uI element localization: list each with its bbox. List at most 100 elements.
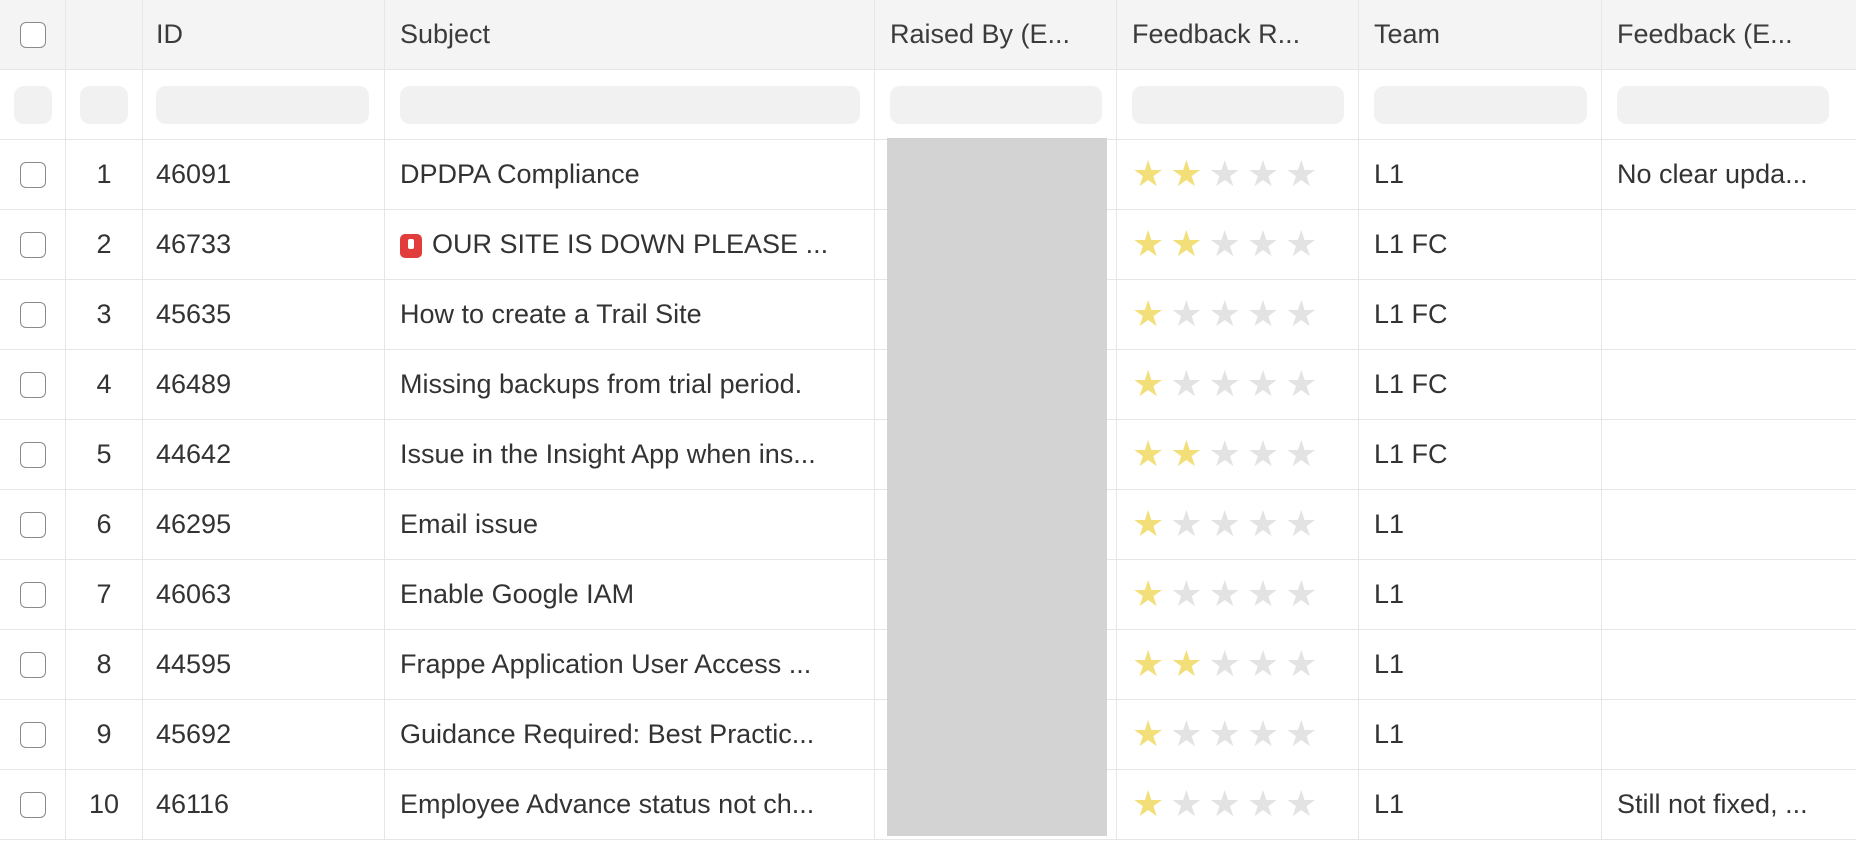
column-header-feedback[interactable]: Feedback (E... (1602, 0, 1856, 69)
team-cell[interactable]: L1 (1359, 490, 1602, 559)
team-cell[interactable]: L1 (1359, 140, 1602, 209)
feedback-rating-cell[interactable]: ★ ★ ★ ★ ★ (1117, 560, 1359, 629)
star-rating: ★ ★ ★ ★ ★ (1132, 226, 1317, 263)
filter-input-id[interactable] (156, 85, 369, 124)
subject-cell[interactable]: Email issue (385, 490, 875, 559)
ticket-id-cell[interactable]: 46091 (143, 140, 385, 209)
star-icon: ★ (1208, 293, 1241, 335)
filter-input-team[interactable] (1374, 85, 1587, 124)
subject-text: Issue in the Insight App when ins... (400, 439, 816, 469)
subject-text: DPDPA Compliance (400, 159, 640, 189)
star-rating: ★ ★ ★ ★ ★ (1132, 713, 1317, 755)
team-cell[interactable]: L1 (1359, 630, 1602, 699)
row-checkbox[interactable] (19, 721, 46, 748)
subject-cell[interactable]: Issue in the Insight App when ins... (385, 420, 875, 489)
column-header-subject[interactable]: Subject (385, 0, 875, 69)
filter-input-feedback[interactable] (1617, 85, 1829, 124)
star-icon: ★ (1208, 153, 1241, 195)
row-checkbox[interactable] (19, 581, 46, 608)
row-checkbox[interactable] (19, 651, 46, 678)
feedback-rating-cell[interactable]: ★ ★ ★ ★ ★ (1117, 700, 1359, 769)
feedback-rating-cell[interactable]: ★ ★ ★ ★ ★ (1117, 140, 1359, 209)
row-checkbox[interactable] (19, 511, 46, 538)
row-checkbox[interactable] (19, 441, 46, 468)
filter-input-raised-by[interactable] (890, 85, 1102, 124)
feedback-rating-cell[interactable]: ★ ★ ★ ★ ★ (1117, 770, 1359, 839)
feedback-cell[interactable] (1602, 210, 1856, 279)
star-icon: ★ (1246, 153, 1280, 195)
star-rating: ★ ★ ★ ★ ★ (1132, 433, 1317, 475)
ticket-id-cell[interactable]: 46733 (143, 210, 385, 279)
row-index-cell: 1 (66, 140, 143, 209)
row-select-cell (0, 210, 66, 279)
row-checkbox[interactable] (19, 301, 46, 328)
team-cell[interactable]: L1 FC (1359, 350, 1602, 419)
feedback-rating-cell[interactable]: ★ ★ ★ ★ ★ (1117, 280, 1359, 349)
ticket-id-cell[interactable]: 46063 (143, 560, 385, 629)
feedback-cell[interactable] (1602, 490, 1856, 559)
filter-cell-subject (385, 70, 875, 139)
subject-cell[interactable]: OUR SITE IS DOWN PLEASE ... (385, 210, 875, 279)
row-checkbox[interactable] (19, 231, 46, 258)
filter-cell-feedback-rating (1117, 70, 1359, 139)
filter-input-feedback-rating[interactable] (1132, 85, 1344, 124)
subject-cell[interactable]: DPDPA Compliance (385, 140, 875, 209)
feedback-cell[interactable] (1602, 630, 1856, 699)
feedback-cell[interactable] (1602, 280, 1856, 349)
team-cell[interactable]: L1 (1359, 700, 1602, 769)
row-checkbox[interactable] (19, 161, 46, 188)
team-cell[interactable]: L1 (1359, 560, 1602, 629)
star-icon: ★ (1208, 713, 1241, 755)
feedback-rating-cell[interactable]: ★ ★ ★ ★ ★ (1117, 210, 1359, 279)
star-icon: ★ (1132, 293, 1165, 335)
column-header-raised-by[interactable]: Raised By (E... (875, 0, 1117, 69)
ticket-id-cell[interactable]: 44595 (143, 630, 385, 699)
subject-text: Email issue (400, 509, 539, 539)
column-header-id[interactable]: ID (143, 0, 385, 69)
row-select-cell (0, 490, 66, 559)
feedback-rating-cell[interactable]: ★ ★ ★ ★ ★ (1117, 350, 1359, 419)
ticket-id-cell[interactable]: 45635 (143, 280, 385, 349)
feedback-rating-cell[interactable]: ★ ★ ★ ★ ★ (1117, 630, 1359, 699)
feedback-cell[interactable] (1602, 700, 1856, 769)
team-cell[interactable]: L1 (1359, 770, 1602, 839)
header-index-cell (66, 0, 143, 69)
star-icon: ★ (1170, 573, 1203, 615)
row-checkbox[interactable] (19, 791, 46, 818)
ticket-id-cell[interactable]: 46489 (143, 350, 385, 419)
star-icon: ★ (1285, 573, 1318, 615)
feedback-rating-cell[interactable]: ★ ★ ★ ★ ★ (1117, 490, 1359, 559)
column-header-team[interactable]: Team (1359, 0, 1602, 69)
feedback-cell[interactable] (1602, 350, 1856, 419)
ticket-id-cell[interactable]: 44642 (143, 420, 385, 489)
feedback-cell[interactable] (1602, 420, 1856, 489)
subject-cell[interactable]: Frappe Application User Access ... (385, 630, 875, 699)
ticket-id-cell[interactable]: 46295 (143, 490, 385, 559)
team-cell[interactable]: L1 FC (1359, 210, 1602, 279)
team-cell[interactable]: L1 FC (1359, 420, 1602, 489)
select-all-checkbox[interactable] (19, 21, 46, 48)
subject-cell[interactable]: Employee Advance status not ch... (385, 770, 875, 839)
subject-text: Frappe Application User Access ... (400, 649, 812, 679)
ticket-id-cell[interactable]: 45692 (143, 700, 385, 769)
subject-cell[interactable]: Missing backups from trial period. (385, 350, 875, 419)
column-header-feedback-rating[interactable]: Feedback R... (1117, 0, 1359, 69)
filter-input-subject[interactable] (400, 85, 860, 124)
subject-cell[interactable]: How to create a Trail Site (385, 280, 875, 349)
feedback-cell[interactable]: No clear upda... (1602, 140, 1856, 209)
row-select-cell (0, 280, 66, 349)
filter-input-select[interactable] (13, 85, 52, 124)
feedback-cell[interactable] (1602, 560, 1856, 629)
subject-cell[interactable]: Guidance Required: Best Practic... (385, 700, 875, 769)
subject-text: Guidance Required: Best Practic... (400, 719, 815, 749)
subject-text: Enable Google IAM (400, 579, 635, 609)
ticket-id-cell[interactable]: 46116 (143, 770, 385, 839)
star-icon: ★ (1132, 363, 1165, 405)
row-checkbox[interactable] (19, 371, 46, 398)
feedback-cell[interactable]: Still not fixed, ... (1602, 770, 1856, 839)
star-icon: ★ (1208, 433, 1241, 475)
subject-cell[interactable]: Enable Google IAM (385, 560, 875, 629)
feedback-rating-cell[interactable]: ★ ★ ★ ★ ★ (1117, 420, 1359, 489)
filter-input-index[interactable] (80, 85, 128, 124)
team-cell[interactable]: L1 FC (1359, 280, 1602, 349)
